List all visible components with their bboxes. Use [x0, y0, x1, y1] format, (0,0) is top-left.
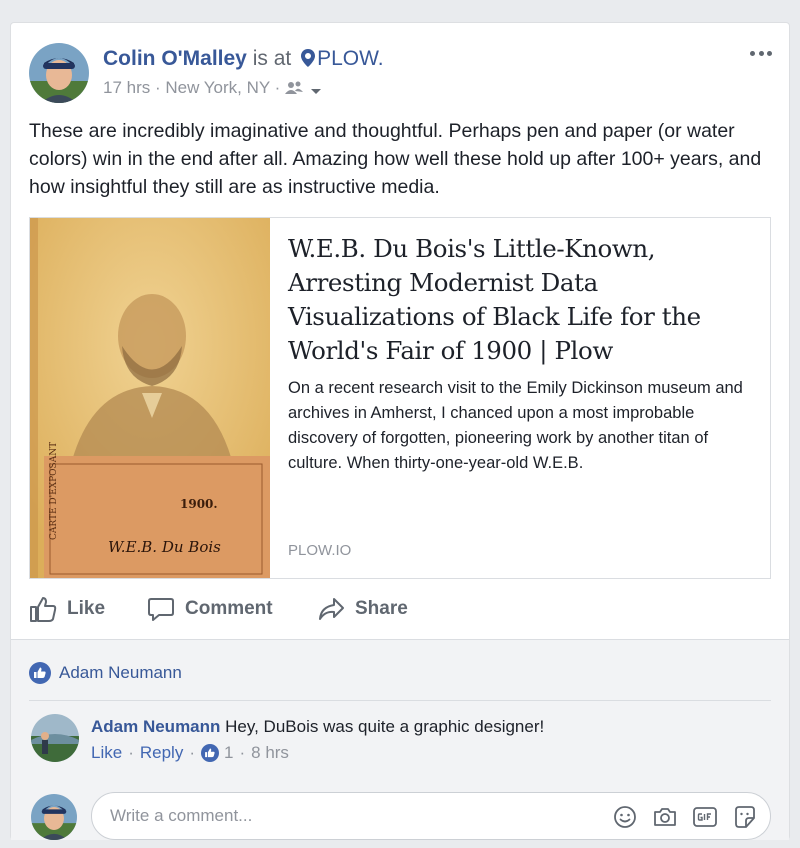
- thumbs-up-icon: [30, 597, 57, 622]
- comment-like-count[interactable]: 1: [224, 742, 233, 764]
- camera-icon[interactable]: [652, 804, 678, 830]
- post-location[interactable]: New York, NY: [165, 78, 270, 97]
- comment-reply-link[interactable]: Reply: [140, 742, 183, 764]
- comment-meta: Like · Reply · 1 · 8 hrs: [91, 742, 289, 764]
- like-label: Like: [67, 598, 106, 619]
- place-link[interactable]: PLOW.: [297, 47, 384, 70]
- share-button[interactable]: Share: [317, 591, 408, 627]
- smiley-icon[interactable]: [612, 804, 638, 830]
- comment: Adam Neumann Hey, DuBois was quite a gra…: [91, 716, 544, 738]
- chevron-down-icon: [310, 89, 321, 94]
- post-footer: Adam Neumann Adam Neumann Hey, DuBois wa…: [11, 639, 789, 840]
- share-arrow-icon: [319, 598, 344, 620]
- link-domain: PLOW.IO: [288, 542, 352, 559]
- map-pin-icon: [301, 49, 316, 67]
- gif-icon[interactable]: [692, 804, 718, 830]
- like-reaction-icon: [29, 662, 51, 684]
- thumb-caption-left: CARTE D'EXPOSANT: [49, 442, 59, 540]
- my-avatar: [31, 794, 77, 840]
- comment-time[interactable]: 8 hrs: [251, 742, 289, 764]
- sticker-icon[interactable]: [732, 804, 758, 830]
- post-actions: Like Comment Share: [29, 591, 771, 627]
- is-at-text: is at: [252, 47, 292, 70]
- divider: [29, 700, 771, 701]
- post-meta: 17 hrs · New York, NY ·: [103, 77, 322, 99]
- thumb-caption-year: 1900.: [180, 497, 218, 511]
- post-header: Colin O'Malley is at PLOW.: [103, 45, 384, 73]
- post-text: These are incredibly imaginative and tho…: [29, 120, 762, 198]
- link-preview-card[interactable]: CARTE D'EXPOSANT 1900. W.E.B. Du Bois W.…: [29, 217, 771, 579]
- more-options-icon[interactable]: [747, 43, 775, 63]
- audience-selector[interactable]: [285, 78, 322, 97]
- comment-like-link[interactable]: Like: [91, 742, 122, 764]
- composer-tools: [612, 804, 758, 830]
- author-name[interactable]: Colin O'Malley: [103, 47, 247, 70]
- link-title[interactable]: W.E.B. Du Bois's Little-Known, Arresting…: [288, 232, 758, 368]
- like-button[interactable]: Like: [29, 591, 105, 627]
- post-time[interactable]: 17 hrs: [103, 78, 150, 97]
- link-thumbnail: CARTE D'EXPOSANT 1900. W.E.B. Du Bois: [30, 218, 270, 578]
- commenter-avatar[interactable]: [31, 714, 79, 762]
- comment-input[interactable]: [110, 793, 590, 839]
- comment-label: Comment: [185, 598, 273, 619]
- share-label: Share: [355, 598, 408, 619]
- comment-author[interactable]: Adam Neumann: [91, 717, 220, 736]
- link-description: On a recent research visit to the Emily …: [288, 379, 743, 472]
- comment-composer: [91, 792, 771, 840]
- author-avatar[interactable]: [29, 43, 89, 103]
- like-reaction-icon: [201, 744, 219, 762]
- friends-audience-icon: [285, 81, 304, 94]
- link-body: W.E.B. Du Bois's Little-Known, Arresting…: [288, 232, 758, 476]
- speech-bubble-icon: [148, 598, 174, 621]
- reactions-summary[interactable]: Adam Neumann: [29, 660, 182, 686]
- reactions-names: Adam Neumann: [59, 663, 182, 682]
- thumb-signature: W.E.B. Du Bois: [108, 538, 221, 556]
- post-card: Colin O'Malley is at PLOW. 17 hrs · New …: [10, 22, 790, 840]
- place-name: PLOW.: [317, 47, 384, 70]
- comment-button[interactable]: Comment: [147, 591, 273, 627]
- comment-text: Hey, DuBois was quite a graphic designer…: [220, 717, 545, 736]
